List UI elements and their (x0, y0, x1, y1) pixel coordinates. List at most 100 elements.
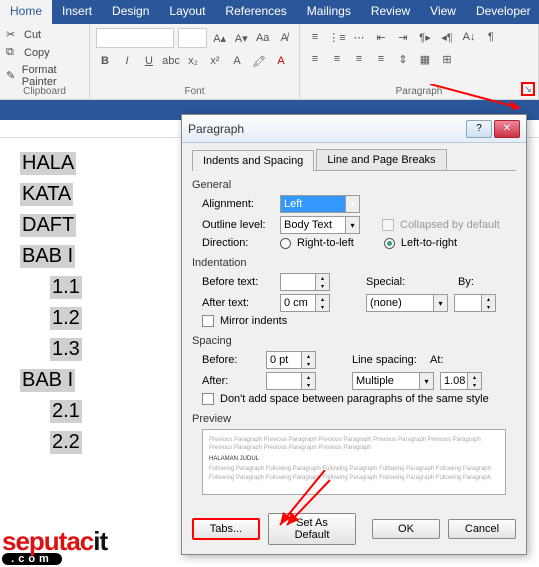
multilevel-button[interactable]: ⋯ (350, 28, 368, 46)
doc-text[interactable]: DAFT (20, 214, 76, 237)
superscript-button[interactable]: x² (206, 52, 224, 70)
align-left-button[interactable]: ≡ (306, 50, 324, 68)
rtl-button[interactable]: ◂¶ (438, 28, 456, 46)
bullets-button[interactable]: ≡ (306, 28, 324, 46)
tab-mailings[interactable]: Mailings (297, 0, 361, 24)
line-spacing-combo[interactable]: Multiple▾ (352, 372, 434, 390)
alignment-label: Alignment: (202, 198, 274, 210)
outline-combo[interactable]: Body Text▾ (280, 216, 360, 234)
tab-view[interactable]: View (420, 0, 466, 24)
at-spin[interactable]: 1.08▴▾ (440, 372, 482, 390)
ribbon-tabs: Home Insert Design Layout References Mai… (0, 0, 539, 24)
cancel-button[interactable]: Cancel (448, 519, 516, 539)
tab-insert[interactable]: Insert (52, 0, 102, 24)
mirror-checkbox[interactable] (202, 315, 214, 327)
special-label: Special: (366, 276, 424, 288)
after-text-spin[interactable]: 0 cm▴▾ (280, 294, 330, 312)
tab-design[interactable]: Design (102, 0, 159, 24)
numbering-button[interactable]: ⋮≡ (328, 28, 346, 46)
ltr-radio[interactable] (384, 238, 395, 249)
cut-button[interactable]: ✂Cut (6, 26, 83, 44)
borders-button[interactable]: ⊞ (438, 50, 456, 68)
dialog-title: Paragraph (188, 122, 466, 136)
tab-indents-spacing[interactable]: Indents and Spacing (192, 150, 314, 171)
copy-icon: ⧉ (6, 46, 20, 60)
no-space-checkbox[interactable] (202, 393, 214, 405)
rtl-radio[interactable] (280, 238, 291, 249)
doc-text[interactable]: 1.2 (50, 307, 82, 330)
direction-label: Direction: (202, 237, 274, 249)
spacing-before-label: Before: (202, 354, 260, 366)
watermark-logo: seputacit .com (2, 526, 107, 565)
alignment-combo[interactable]: Left▾ (280, 195, 360, 213)
ok-button[interactable]: OK (372, 519, 440, 539)
chevron-down-icon: ▾ (345, 217, 359, 233)
doc-text[interactable]: 1.1 (50, 276, 82, 299)
tab-line-page-breaks[interactable]: Line and Page Breaks (316, 149, 446, 170)
by-label: By: (458, 276, 488, 288)
doc-text[interactable]: HALA (20, 152, 76, 175)
italic-button[interactable]: I (118, 52, 136, 70)
shrink-font-button[interactable]: A▾ (232, 29, 250, 47)
tab-review[interactable]: Review (361, 0, 420, 24)
close-button[interactable]: ✕ (494, 120, 520, 138)
group-label: Font (90, 86, 299, 97)
shading-button[interactable]: ▦ (416, 50, 434, 68)
chevron-down-icon: ▾ (419, 373, 433, 389)
dialog-titlebar[interactable]: Paragraph ? ✕ (182, 115, 526, 143)
by-spin[interactable]: ▴▾ (454, 294, 496, 312)
collapsed-checkbox (382, 219, 394, 231)
group-paragraph: ≡ ⋮≡ ⋯ ⇤ ⇥ ¶▸ ◂¶ A↓ ¶ ≡ ≡ ≡ ≡ ⇕ ▦ ⊞ Para… (300, 24, 539, 99)
highlight-button[interactable]: 🖍 (250, 52, 268, 70)
doc-text[interactable]: 2.2 (50, 431, 82, 454)
no-space-label: Don't add space between paragraphs of th… (220, 393, 489, 405)
show-marks-button[interactable]: ¶ (482, 28, 500, 46)
help-button[interactable]: ? (466, 120, 492, 138)
tab-home[interactable]: Home (0, 0, 52, 24)
sort-button[interactable]: A↓ (460, 28, 478, 46)
tab-layout[interactable]: Layout (159, 0, 215, 24)
special-combo[interactable]: (none)▾ (366, 294, 448, 312)
font-name-combo[interactable] (96, 28, 174, 48)
ltr-button[interactable]: ¶▸ (416, 28, 434, 46)
group-label: Paragraph (300, 86, 538, 97)
line-spacing-button[interactable]: ⇕ (394, 50, 412, 68)
change-case-button[interactable]: Aa (254, 29, 272, 47)
ribbon: ✂Cut ⧉Copy ✎Format Painter Clipboard A▴ … (0, 24, 539, 100)
doc-text[interactable]: 2.1 (50, 400, 82, 423)
before-text-spin[interactable]: ▴▾ (280, 273, 330, 291)
tab-developer[interactable]: Developer (466, 0, 539, 24)
font-color-button[interactable]: A (272, 52, 290, 70)
doc-text[interactable]: BAB I (20, 369, 75, 392)
at-label: At: (430, 354, 460, 366)
tab-references[interactable]: References (215, 0, 296, 24)
align-center-button[interactable]: ≡ (328, 50, 346, 68)
after-text-label: After text: (202, 297, 274, 309)
decrease-indent-button[interactable]: ⇤ (372, 28, 390, 46)
bold-button[interactable]: B (96, 52, 114, 70)
spacing-before-spin[interactable]: 0 pt▴▾ (266, 351, 316, 369)
paragraph-dialog: Paragraph ? ✕ Indents and Spacing Line a… (181, 114, 527, 555)
clear-format-button[interactable]: A̸ (275, 29, 293, 47)
paragraph-dialog-launcher[interactable]: ↘ (521, 82, 535, 96)
doc-text[interactable]: KATA (20, 183, 73, 206)
collapsed-label: Collapsed by default (400, 219, 500, 231)
chevron-down-icon: ▾ (433, 295, 447, 311)
underline-button[interactable]: U (140, 52, 158, 70)
align-right-button[interactable]: ≡ (350, 50, 368, 68)
justify-button[interactable]: ≡ (372, 50, 390, 68)
text-effects-button[interactable]: A (228, 52, 246, 70)
copy-button[interactable]: ⧉Copy (6, 44, 83, 62)
doc-text[interactable]: 1.3 (50, 338, 82, 361)
strike-button[interactable]: abc (162, 52, 180, 70)
scissors-icon: ✂ (6, 28, 20, 42)
grow-font-button[interactable]: A▴ (211, 29, 229, 47)
tabs-button[interactable]: Tabs... (192, 518, 260, 540)
doc-text[interactable]: BAB I (20, 245, 75, 268)
font-size-combo[interactable] (178, 28, 207, 48)
subscript-button[interactable]: x₂ (184, 52, 202, 70)
increase-indent-button[interactable]: ⇥ (394, 28, 412, 46)
set-default-button[interactable]: Set As Default (268, 513, 356, 545)
section-general: General (192, 179, 516, 191)
spacing-after-spin[interactable]: ▴▾ (266, 372, 316, 390)
